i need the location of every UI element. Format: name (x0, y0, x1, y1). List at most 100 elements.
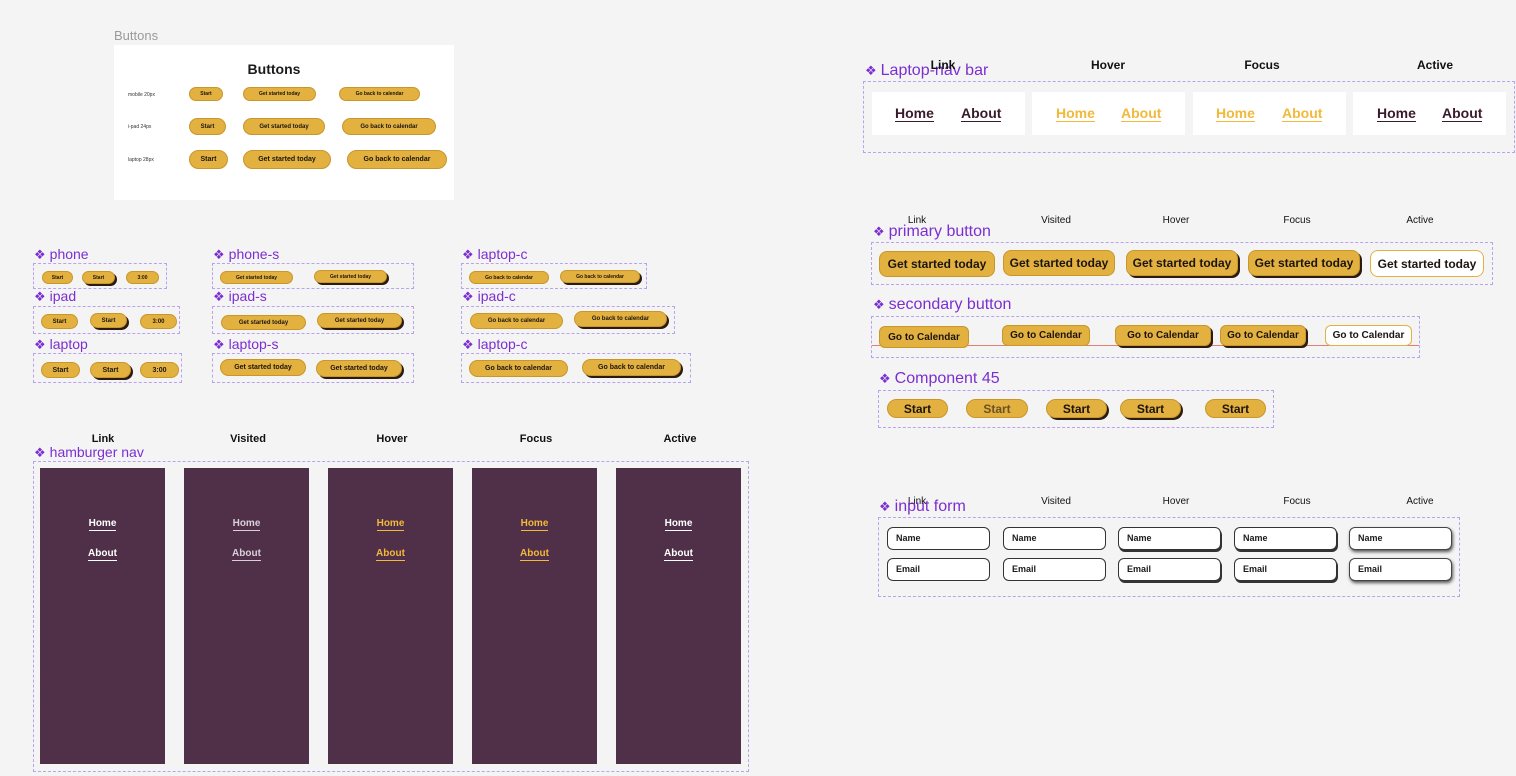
start-button-focus[interactable]: Start (1120, 399, 1181, 418)
primary-button-hover[interactable]: Get started today (1126, 250, 1238, 276)
get-started-button[interactable]: Get started today (314, 270, 387, 283)
get-started-button[interactable]: Get started today (243, 118, 325, 135)
laptop-nav-hover: Home About (1032, 92, 1185, 135)
nav-about-link[interactable]: About (1442, 105, 1483, 122)
component-label-hamburger-nav: ❖ hamburger nav (34, 444, 144, 460)
state-label: Hover (1090, 58, 1125, 72)
component-icon: ❖ (34, 247, 46, 262)
nav-about-link[interactable]: About (40, 548, 165, 561)
component-label-primary-button: ❖ primary button (873, 223, 991, 240)
name-field[interactable]: Name (1349, 527, 1452, 550)
component-label-secondary-button: ❖ secondary button (873, 296, 1012, 313)
get-started-button[interactable]: Get started today (317, 313, 402, 328)
name-field[interactable]: Name (1234, 527, 1337, 550)
back-to-calendar-button[interactable]: Go back to calendar (469, 360, 568, 377)
secondary-button-visited[interactable]: Go to Calendar (1002, 325, 1090, 346)
component-icon: ❖ (879, 499, 891, 514)
nav-home-link[interactable]: Home (1377, 105, 1416, 122)
email-field[interactable]: Email (887, 558, 990, 581)
primary-button-link[interactable]: Get started today (879, 251, 995, 277)
laptop-variants: Start Start 3:00 (33, 353, 182, 383)
phone-variants: Start Start 3:00 (33, 263, 167, 289)
nav-home-link[interactable]: Home (616, 518, 741, 531)
nav-home-link[interactable]: Home (328, 518, 453, 531)
component-label-laptop-s: ❖ laptop-s (213, 336, 279, 352)
component-icon: ❖ (462, 247, 474, 262)
secondary-button-hover[interactable]: Go to Calendar (1115, 325, 1211, 346)
component-icon: ❖ (34, 337, 46, 352)
back-to-calendar-button[interactable]: Go back to calendar (560, 270, 640, 283)
back-to-calendar-button[interactable]: Go back to calendar (342, 118, 436, 135)
start-button[interactable]: Start (90, 362, 131, 378)
component-label-laptop-c: ❖ laptop-c (462, 246, 528, 262)
get-started-button[interactable]: Get started today (220, 359, 306, 376)
email-field[interactable]: Email (1118, 558, 1221, 581)
get-started-button[interactable]: Get started today (221, 315, 306, 330)
timer-button[interactable]: 3:00 (140, 314, 177, 329)
laptop-c-large-variants: Go back to calendar Go back to calendar (461, 353, 691, 383)
start-button[interactable]: Start (90, 313, 127, 328)
start-button-active[interactable]: Start (1205, 399, 1266, 418)
get-started-button[interactable]: Get started today (243, 150, 331, 169)
start-button-link[interactable]: Start (887, 399, 948, 418)
get-started-button[interactable]: Get started today (220, 271, 293, 284)
row-label: mobile 20px (128, 92, 155, 98)
component-icon: ❖ (34, 445, 46, 460)
timer-button[interactable]: 3:00 (140, 362, 179, 378)
secondary-button-focus[interactable]: Go to Calendar (1220, 325, 1306, 346)
back-to-calendar-button[interactable]: Go back to calendar (574, 311, 667, 327)
component-label-laptop-c: ❖ laptop-c (462, 336, 528, 352)
nav-about-link[interactable]: About (472, 548, 597, 561)
start-button[interactable]: Start (189, 150, 228, 169)
nav-about-link[interactable]: About (184, 548, 309, 561)
row-label: laptop 28px (128, 157, 154, 163)
email-field[interactable]: Email (1349, 558, 1452, 581)
primary-button-active[interactable]: Get started today (1370, 250, 1484, 277)
get-started-button[interactable]: Get started today (316, 360, 402, 377)
nav-about-link[interactable]: About (1282, 105, 1323, 122)
back-to-calendar-button[interactable]: Go back to calendar (339, 87, 420, 101)
nav-about-link[interactable]: About (961, 105, 1002, 122)
nav-home-link[interactable]: Home (1216, 105, 1255, 122)
nav-about-link[interactable]: About (1121, 105, 1162, 122)
nav-about-link[interactable]: About (616, 548, 741, 561)
start-button[interactable]: Start (189, 118, 226, 135)
start-button-hover[interactable]: Start (1046, 399, 1107, 418)
hamburger-panel-hover: Home About (328, 468, 453, 764)
start-button-visited[interactable]: Start (966, 399, 1028, 418)
state-label: Focus (519, 433, 553, 445)
hamburger-panel-active: Home About (616, 468, 741, 764)
get-started-button[interactable]: Get started today (243, 87, 316, 101)
start-button[interactable]: Start (41, 314, 78, 329)
laptop-nav-variants: Home About Home About Home About Home Ab… (863, 81, 1515, 153)
secondary-button-active[interactable]: Go to Calendar (1325, 325, 1412, 346)
email-field[interactable]: Email (1234, 558, 1337, 581)
start-button[interactable]: Start (42, 271, 73, 284)
component-45-variants: Start Start Start Start Start (878, 390, 1274, 428)
email-field[interactable]: Email (1003, 558, 1106, 581)
back-to-calendar-button[interactable]: Go back to calendar (469, 271, 549, 284)
primary-button-variants: Get started today Get started today Get … (871, 242, 1493, 285)
nav-about-link[interactable]: About (328, 548, 453, 561)
back-to-calendar-button[interactable]: Go back to calendar (347, 150, 447, 169)
back-to-calendar-button[interactable]: Go back to calendar (582, 359, 681, 376)
nav-home-link[interactable]: Home (472, 518, 597, 531)
start-button[interactable]: Start (189, 87, 223, 101)
start-button[interactable]: Start (41, 362, 80, 378)
start-button[interactable]: Start (82, 271, 115, 284)
back-to-calendar-button[interactable]: Go back to calendar (470, 313, 563, 329)
nav-home-link[interactable]: Home (895, 105, 934, 122)
component-icon: ❖ (873, 224, 885, 239)
nav-home-link[interactable]: Home (1056, 105, 1095, 122)
timer-button[interactable]: 3:00 (126, 271, 159, 284)
secondary-button-link[interactable]: Go to Calendar (879, 326, 969, 348)
nav-home-link[interactable]: Home (40, 518, 165, 531)
input-form-variants: Name Email Name Email Name Email Name Em… (878, 517, 1460, 597)
name-field[interactable]: Name (1003, 527, 1106, 550)
name-field[interactable]: Name (1118, 527, 1221, 550)
primary-button-focus[interactable]: Get started today (1248, 250, 1360, 276)
component-icon: ❖ (462, 337, 474, 352)
primary-button-visited[interactable]: Get started today (1003, 250, 1115, 276)
name-field[interactable]: Name (887, 527, 990, 550)
nav-home-link[interactable]: Home (184, 518, 309, 531)
